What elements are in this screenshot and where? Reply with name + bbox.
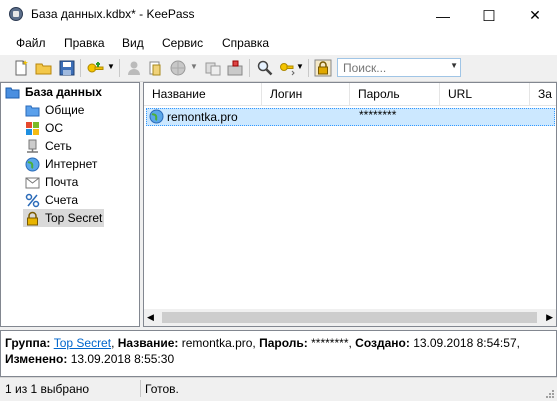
lock-workspace-icon[interactable] — [314, 59, 332, 77]
entry-details-panel: Группа: Top Secret, Название: remontka.p… — [0, 330, 557, 377]
entry-title: remontka.pro — [167, 110, 238, 124]
column-header-notes[interactable]: За — [530, 83, 556, 105]
search-input[interactable] — [338, 59, 452, 77]
tree-group-general[interactable]: Общие — [25, 101, 84, 119]
table-row[interactable]: remontka.pro ******** — [146, 108, 555, 126]
close-button[interactable]: ✕ — [512, 0, 557, 31]
dropdown-arrow-icon[interactable]: ▼ — [107, 62, 115, 71]
details-group-link[interactable]: Top Secret — [54, 336, 111, 350]
tree-group-label: Почта — [45, 175, 79, 189]
menu-tools[interactable]: Сервис — [162, 36, 203, 50]
column-header-password[interactable]: Пароль — [350, 83, 440, 105]
details-password-label: Пароль: — [259, 336, 308, 350]
details-created-label: Создано: — [355, 336, 410, 350]
tree-group-os[interactable]: ОС — [25, 119, 63, 137]
sort-icon[interactable] — [278, 59, 296, 77]
menu-help[interactable]: Справка — [222, 36, 269, 50]
add-entry-icon[interactable] — [86, 59, 104, 77]
details-title-value: remontka.pro, — [181, 336, 256, 350]
dropdown-arrow-icon[interactable]: ▼ — [296, 62, 304, 71]
copy-password-icon[interactable] — [147, 59, 165, 77]
windows-icon — [26, 121, 39, 135]
scroll-right-icon[interactable]: ▶ — [546, 312, 553, 323]
tree-group-accounts[interactable]: Счета — [25, 191, 78, 209]
open-url-icon[interactable] — [169, 59, 187, 77]
database-folder-icon — [5, 87, 20, 98]
mail-icon — [25, 177, 40, 188]
search-dropdown-icon[interactable]: ▼ — [450, 61, 458, 70]
status-text: Готов. — [145, 382, 179, 396]
tree-group-mail[interactable]: Почта — [25, 173, 78, 191]
dropdown-arrow-icon[interactable]: ▼ — [190, 62, 198, 71]
tree-group-label: Счета — [45, 193, 79, 207]
scroll-left-icon[interactable]: ◀ — [147, 312, 154, 323]
perform-auto-type-icon[interactable] — [226, 59, 244, 77]
copy-username-icon[interactable] — [125, 59, 143, 77]
menu-file[interactable]: Файл — [16, 36, 46, 50]
details-title-label: Название: — [117, 336, 179, 350]
tree-group-label: Top Secret — [45, 211, 103, 225]
globe-icon — [25, 157, 40, 171]
status-selection: 1 из 1 выбрано — [5, 382, 90, 396]
tree-group-label: Интернет — [45, 157, 98, 171]
sync-icon[interactable] — [204, 59, 222, 77]
tree-group-top-secret[interactable]: Top Secret — [23, 209, 105, 227]
maximize-button[interactable]: ☐ — [466, 0, 512, 31]
tree-root-label: База данных — [25, 85, 102, 99]
details-modified-label: Изменено: — [5, 352, 68, 366]
scrollbar-thumb[interactable] — [162, 312, 537, 323]
toolbar-separator — [249, 59, 250, 77]
details-password-value: ********, — [311, 336, 352, 350]
details-modified-value: 13.09.2018 8:55:30 — [70, 352, 175, 366]
folder-icon — [25, 105, 40, 116]
column-header-login[interactable]: Логин — [262, 83, 350, 105]
window-title: База данных.kdbx* - KeePass — [31, 7, 195, 21]
toolbar-separator — [308, 59, 309, 77]
column-header-title[interactable]: Название — [144, 83, 262, 105]
entry-password: ******** — [359, 108, 397, 122]
resize-grip-icon[interactable] — [544, 388, 555, 399]
menu-view[interactable]: Вид — [122, 36, 144, 50]
menu-edit[interactable]: Правка — [64, 36, 105, 50]
lock-icon — [27, 211, 38, 225]
percent-icon — [25, 193, 40, 207]
globe-icon — [149, 109, 164, 124]
network-icon — [27, 139, 38, 153]
tree-group-network[interactable]: Сеть — [25, 137, 72, 155]
column-header-url[interactable]: URL — [440, 83, 530, 105]
entry-list[interactable]: Название Логин Пароль URL За remontka.pr… — [143, 82, 557, 327]
horizontal-scrollbar[interactable]: ◀ ▶ — [144, 309, 556, 326]
new-database-icon[interactable] — [12, 59, 30, 77]
keepass-app-icon — [9, 7, 23, 21]
tree-group-label: Сеть — [45, 139, 72, 153]
details-group-label: Группа: — [5, 336, 51, 350]
search-box[interactable]: ▼ — [337, 58, 461, 77]
tree-group-label: ОС — [45, 121, 63, 135]
find-icon[interactable] — [256, 59, 274, 77]
minimize-button[interactable]: — — [420, 0, 466, 31]
tree-root-database[interactable]: База данных — [5, 83, 102, 101]
open-database-icon[interactable] — [35, 59, 53, 77]
toolbar-separator — [119, 59, 120, 77]
tree-group-internet[interactable]: Интернет — [25, 155, 97, 173]
details-created-value: 13.09.2018 8:54:57, — [413, 336, 520, 350]
toolbar-separator — [80, 59, 81, 77]
tree-group-label: Общие — [45, 103, 85, 117]
group-tree[interactable]: База данных Общие ОС Сеть Интернет Почта… — [0, 82, 140, 327]
save-icon[interactable] — [58, 59, 76, 77]
status-separator — [140, 380, 141, 397]
